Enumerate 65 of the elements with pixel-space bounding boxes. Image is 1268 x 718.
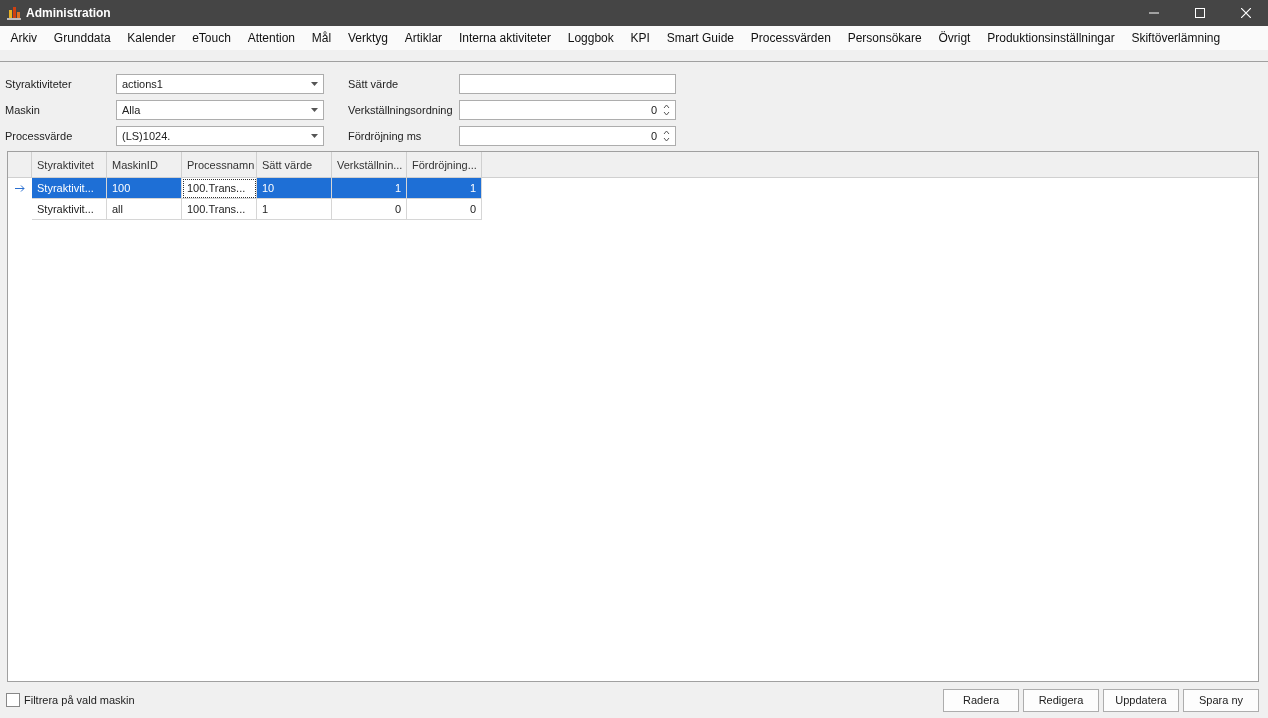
field-label: Maskin	[5, 104, 41, 116]
action-button[interactable]: Spara ny	[1183, 688, 1259, 712]
menu-item[interactable]: KPI	[622, 31, 659, 45]
menu-item[interactable]: Processvärden	[742, 31, 840, 45]
table-cell: 1	[257, 199, 332, 220]
spinner-arrows-icon	[663, 130, 670, 142]
table-cell: Styraktivit...	[32, 199, 107, 220]
maximize-icon[interactable]	[1195, 8, 1205, 18]
table-cell: 0	[407, 199, 482, 220]
table-row[interactable]: Styraktivit... 100 100.Trans... 10 1 1	[8, 178, 1258, 199]
spin-box[interactable]: 0	[459, 100, 676, 120]
menu-item[interactable]: Attention	[239, 31, 304, 45]
dropdown-arrow-icon	[311, 134, 318, 138]
menu-item[interactable]: Produktionsinställningar	[978, 31, 1124, 45]
menu-item[interactable]: Loggbok	[559, 31, 623, 45]
field-label: Sätt värde	[348, 78, 400, 90]
field-label: Verkställningsordning	[348, 104, 454, 116]
dropdown[interactable]: actions1	[116, 74, 324, 94]
table-cell: 100.Trans...	[182, 199, 257, 220]
table-cell: Styraktivit...	[32, 178, 107, 199]
bar-chart-icon	[6, 5, 22, 21]
menu-item[interactable]: Verktyg	[339, 31, 397, 45]
column-header[interactable]: Styraktivitet	[32, 152, 107, 177]
column-header[interactable]: Sätt värde	[257, 152, 332, 177]
table-cell: all	[107, 199, 182, 220]
action-button[interactable]: Redigera	[1023, 688, 1099, 712]
field-label: Styraktiviteter	[5, 78, 73, 90]
action-button[interactable]: Uppdatera	[1103, 688, 1179, 712]
spin-box[interactable]: 0	[459, 126, 676, 146]
table-cell: 10	[257, 178, 332, 199]
action-button[interactable]: Radera	[943, 688, 1019, 712]
current-row-arrow-icon	[15, 185, 25, 192]
menu-item[interactable]: Personsökare	[839, 31, 931, 45]
menu-item[interactable]: Artiklar	[396, 31, 451, 45]
table-cell: 100	[107, 178, 182, 199]
field-label: Processvärde	[5, 130, 74, 142]
column-header[interactable]: MaskinID	[107, 152, 182, 177]
close-icon[interactable]	[1241, 8, 1251, 18]
checkbox[interactable]	[6, 693, 20, 707]
menu-item[interactable]: Kalender	[118, 31, 184, 45]
menu-item[interactable]: Interna aktiviteter	[450, 31, 560, 45]
table-cell: 1	[407, 178, 482, 199]
menu-item[interactable]: Mål	[303, 31, 340, 45]
input-field[interactable]	[459, 74, 676, 94]
window-title: Administration	[26, 6, 111, 20]
table-row[interactable]: Styraktivit... all 100.Trans... 1 0 0	[8, 199, 1258, 220]
column-header[interactable]: Fördröjning...	[407, 152, 482, 177]
filter-checkbox[interactable]: Filtrera på vald maskin	[6, 693, 135, 707]
dropdown-arrow-icon	[311, 82, 318, 86]
menu-item[interactable]: Smart Guide	[658, 31, 743, 45]
spinner-arrows-icon	[663, 104, 670, 116]
column-header[interactable]: Verkställnin...	[332, 152, 407, 177]
menu-item[interactable]: eTouch	[183, 31, 240, 45]
menu-item[interactable]: Skiftöverlämning	[1123, 31, 1229, 45]
menu-item[interactable]: Arkiv	[2, 31, 46, 45]
dropdown[interactable]: (LS)1024.	[116, 126, 324, 146]
table-cell: 0	[332, 199, 407, 220]
table-cell: 100.Trans...	[182, 178, 257, 199]
dropdown-arrow-icon	[311, 108, 318, 112]
field-label: Fördröjning ms	[348, 130, 423, 142]
column-header[interactable]: Processnamn	[182, 152, 257, 177]
menu-item[interactable]: Grunddata	[45, 31, 119, 45]
table-cell: 1	[332, 178, 407, 199]
menu-item[interactable]: Övrigt	[930, 31, 979, 45]
dropdown[interactable]: Alla	[116, 100, 324, 120]
